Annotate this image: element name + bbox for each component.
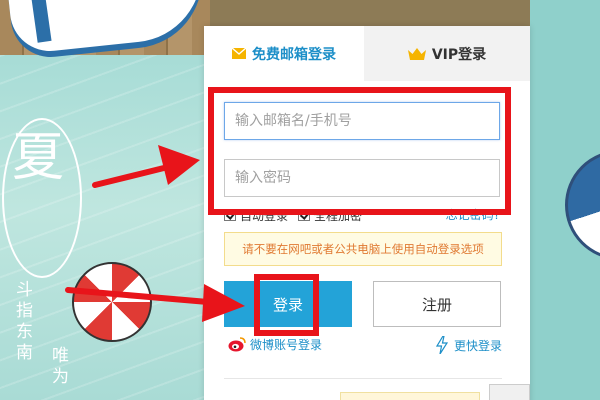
quick-login-link[interactable]: 更快登录 bbox=[435, 336, 502, 354]
tab-vip-login[interactable]: VIP登录 bbox=[364, 26, 530, 81]
mail-icon bbox=[232, 48, 246, 59]
weibo-icon bbox=[228, 337, 246, 352]
login-tabs: 免费邮箱登录 VIP登录 bbox=[204, 26, 530, 81]
annotation-box-login bbox=[254, 274, 319, 336]
quick-login-label: 更快登录 bbox=[453, 338, 502, 353]
crown-icon bbox=[407, 47, 426, 60]
bg-beach-ball bbox=[72, 262, 152, 342]
weibo-login-link[interactable]: 微博账号登录 bbox=[228, 336, 322, 353]
weibo-login-label: 微博账号登录 bbox=[250, 338, 323, 352]
panel-divider bbox=[224, 378, 502, 379]
tab-email-label: 免费邮箱登录 bbox=[252, 46, 336, 63]
tab-email-login[interactable]: 免费邮箱登录 bbox=[204, 26, 364, 81]
bg-title-glyph: 夏 bbox=[12, 128, 65, 188]
tab-vip-label: VIP登录 bbox=[431, 46, 487, 63]
lightning-icon bbox=[435, 336, 448, 354]
annotation-box-fields bbox=[208, 87, 511, 215]
resize-corner bbox=[489, 384, 530, 400]
bg-vertical-text-2: 唯为 bbox=[48, 346, 68, 388]
bg-vertical-text-1: 斗指东南 bbox=[12, 280, 32, 364]
auto-login-warning: 请不要在网吧或者公共电脑上使用自动登录选项 bbox=[224, 232, 502, 266]
bottom-notice-strip bbox=[340, 392, 480, 400]
register-button[interactable]: 注册 bbox=[373, 281, 501, 327]
